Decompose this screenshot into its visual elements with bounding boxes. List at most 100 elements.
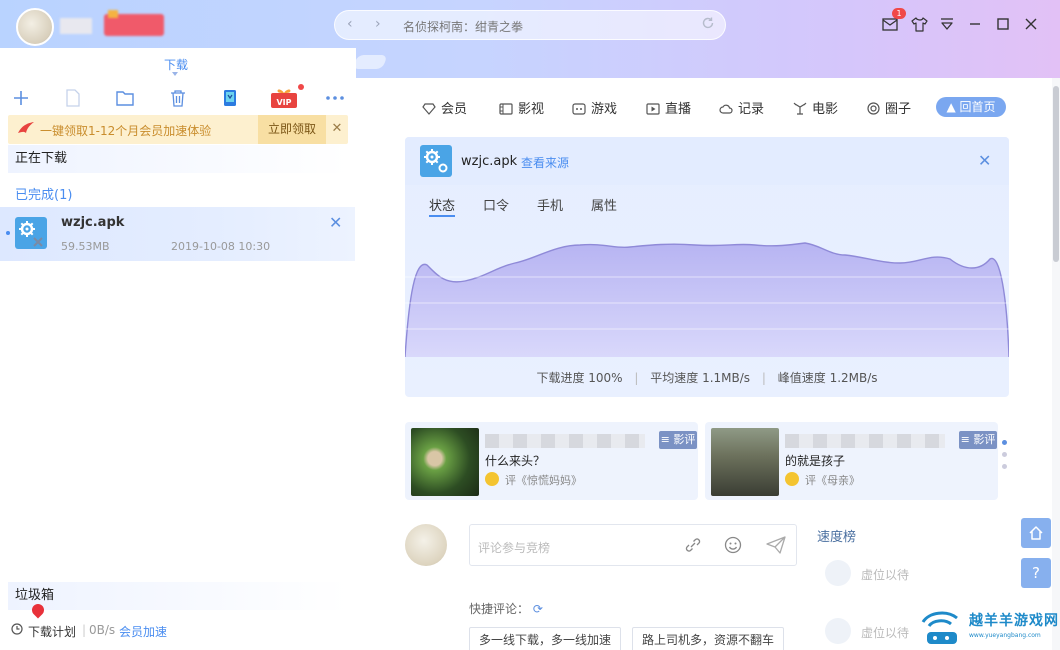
back-button[interactable]: ‹ — [347, 16, 353, 38]
review-tag-label: 影评 — [973, 433, 996, 446]
scrollbar[interactable] — [1052, 78, 1060, 650]
gamepad-icon — [572, 103, 586, 115]
vip-promo-banner: 一键领取1-12个月会员加速体验 立即领取 ✕ — [8, 115, 348, 144]
download-detail-card: wzjc.apk 查看来源 ✕ 状态 口令 手机 属性 下载进度 100% | … — [405, 137, 1009, 397]
nav-vip[interactable]: 会员 — [422, 98, 467, 117]
detail-close-button[interactable]: ✕ — [978, 151, 991, 170]
stats-divider: | — [761, 371, 766, 385]
nav-video-label: 影视 — [518, 102, 545, 117]
tab-properties[interactable]: 属性 — [591, 195, 617, 214]
tab-indicator-icon — [172, 72, 178, 76]
vip-dot — [298, 84, 304, 90]
review-card[interactable]: ≡ 影评 的就是孩子 评《母亲》 — [705, 422, 998, 500]
emoji-icon[interactable] — [724, 536, 742, 558]
carousel-dots[interactable] — [1002, 440, 1007, 476]
minimize-button[interactable] — [965, 14, 985, 34]
skin-button[interactable] — [909, 14, 929, 34]
detail-file-name: wzjc.apk — [461, 154, 518, 169]
quick-comment-option[interactable]: 路上司机多，资源不翻车 — [632, 627, 785, 650]
ranking-item: 虚位以待 — [817, 560, 937, 590]
quick-comment-option[interactable]: 多一线下载，多一线加速 — [469, 627, 622, 650]
new-task-button[interactable] — [9, 86, 33, 110]
ranking-avatar — [825, 618, 851, 644]
nav-record[interactable]: 记录 — [719, 98, 764, 117]
close-icon — [1025, 18, 1037, 30]
user-avatar[interactable] — [16, 8, 54, 46]
circle-icon — [867, 102, 880, 115]
review-card[interactable]: ≡ 影评 什么来头？ 评《惊慌妈妈》 — [405, 422, 698, 500]
tab-code[interactable]: 口令 — [483, 195, 509, 214]
home-button-label: 回首页 — [959, 100, 996, 114]
delete-button[interactable] — [166, 86, 190, 110]
help-button[interactable]: ? — [1021, 558, 1051, 588]
minimize-icon — [970, 23, 980, 25]
home-button[interactable]: ▲ 回首页 — [936, 97, 1006, 117]
film-icon — [499, 103, 513, 115]
send-icon[interactable] — [766, 536, 786, 558]
review-tag: ≡ 影评 — [659, 431, 697, 449]
file-time: 2019-10-08 10:30 — [171, 240, 271, 253]
nav-circle[interactable]: 圈子 — [867, 98, 911, 117]
quick-comment-text: 快捷评论： — [469, 602, 530, 616]
close-window-button[interactable] — [1021, 14, 1041, 34]
quick-comment-label: 快捷评论： ⟳ — [469, 600, 543, 617]
review-text: 什么来头？ — [485, 454, 546, 468]
tab-mobile[interactable]: 手机 — [537, 195, 563, 214]
tab-download[interactable]: 下载 — [0, 48, 350, 78]
my-avatar — [405, 524, 447, 566]
tab-status[interactable]: 状态 — [429, 195, 455, 214]
play-icon — [646, 103, 660, 115]
address-bar[interactable]: ‹ › 名侦探柯南：绀青之拳 — [334, 10, 726, 40]
svg-text:VIP: VIP — [276, 98, 291, 107]
menu-button[interactable] — [937, 14, 957, 34]
diamond-icon — [422, 103, 436, 115]
nav-game[interactable]: 游戏 — [572, 98, 617, 117]
maximize-button[interactable] — [993, 14, 1013, 34]
nav-vip-label: 会员 — [441, 102, 468, 117]
refresh-icon[interactable]: ⟳ — [533, 602, 543, 616]
more-button[interactable] — [323, 86, 347, 110]
download-plan-link[interactable]: 下载计划 — [28, 623, 76, 640]
promo-close-button[interactable]: ✕ — [326, 115, 348, 144]
link-icon[interactable] — [684, 536, 702, 558]
ranking-avatar — [825, 560, 851, 586]
review-movie: 评《惊慌妈妈》 — [505, 474, 582, 487]
avg-speed-text: 平均速度 1.1MB/s — [650, 371, 751, 385]
review-tag: ≡ 影评 — [959, 431, 997, 449]
nav-live[interactable]: 直播 — [646, 98, 691, 117]
refresh-icon[interactable] — [701, 16, 715, 34]
nav-circle-label: 圈子 — [885, 102, 912, 117]
username-blurred — [60, 18, 92, 34]
shirt-icon — [910, 16, 928, 32]
downloading-section[interactable]: 正在下载 — [8, 145, 348, 173]
list-item[interactable]: wzjc.apk 59.53MB 2019-10-08 10:30 ✕ — [0, 207, 355, 261]
remove-item-button[interactable]: ✕ — [329, 213, 342, 232]
comment-input[interactable]: 评论参与竞榜 — [469, 524, 797, 566]
review-thumbnail — [411, 428, 479, 496]
scrollbar-thumb[interactable] — [1053, 86, 1059, 262]
completed-section[interactable]: 已完成(1) — [15, 184, 72, 203]
claim-button[interactable]: 立即领取 — [258, 115, 326, 144]
open-file-button[interactable] — [61, 86, 85, 110]
nav-video[interactable]: 影视 — [499, 98, 544, 117]
reviewer-avatar — [485, 472, 499, 486]
phone-icon — [224, 90, 236, 106]
file-name: wzjc.apk — [61, 215, 125, 230]
review-text: 的就是孩子 — [785, 454, 846, 468]
forward-button[interactable]: › — [375, 16, 381, 38]
vip-accelerate-link[interactable]: 会员加速 — [119, 623, 167, 640]
watermark-logo: 越羊羊游戏网 www.yueyangbang.com — [915, 606, 1060, 650]
vip-button[interactable]: VIP — [270, 84, 304, 110]
mobile-download-button[interactable] — [218, 86, 242, 110]
nav-game-label: 游戏 — [591, 102, 618, 117]
home-icon — [1029, 526, 1043, 540]
trash-icon — [171, 90, 185, 107]
view-source-link[interactable]: 查看来源 — [521, 154, 569, 171]
trash-section[interactable]: 垃圾箱 — [8, 582, 348, 610]
status-divider: | — [82, 623, 87, 637]
folder-icon — [116, 91, 134, 106]
home-float-button[interactable] — [1021, 518, 1051, 548]
message-button[interactable]: 1 — [880, 8, 906, 34]
open-folder-button[interactable] — [113, 86, 137, 110]
nav-movie[interactable]: 电影 — [793, 98, 838, 117]
